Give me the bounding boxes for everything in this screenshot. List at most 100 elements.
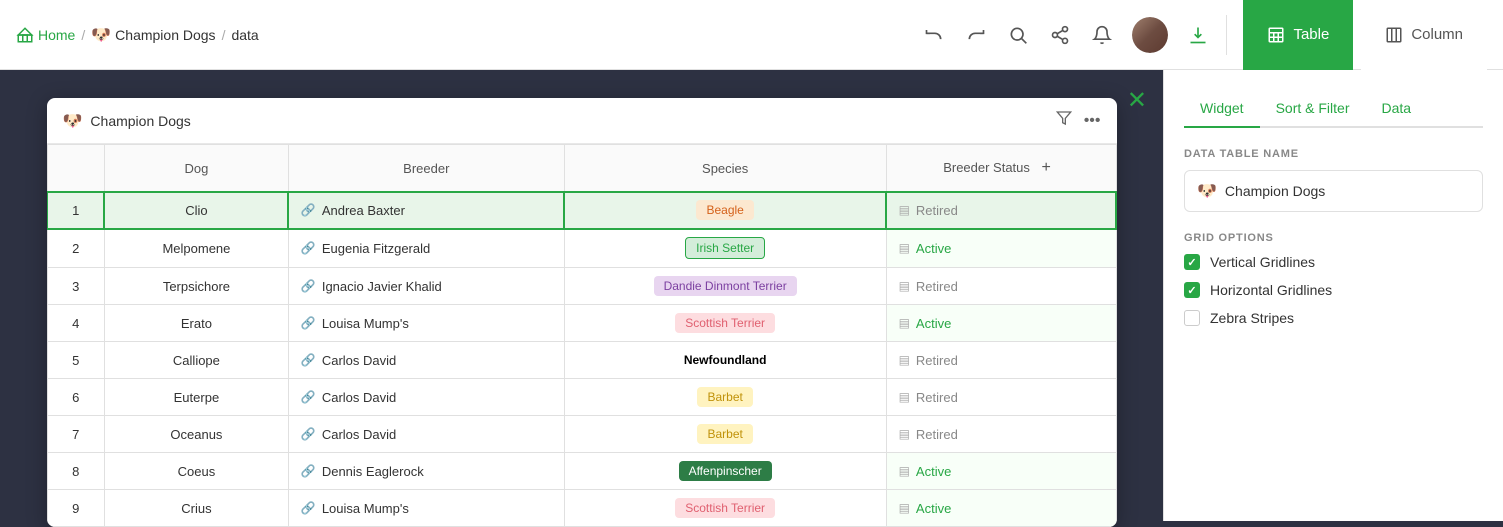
status-text: Active: [916, 316, 951, 331]
home-link[interactable]: Home: [16, 26, 75, 44]
breeder-cell: 🔗 Ignacio Javier Khalid: [288, 268, 564, 305]
grid-option-zebra: Zebra Stripes: [1184, 310, 1483, 326]
table-header-row: Dog Breeder Species Breeder Status +: [47, 145, 1116, 192]
table-row[interactable]: 5 Calliope 🔗 Carlos David Newfoundland ▤…: [47, 342, 1116, 379]
more-options-icon[interactable]: •••: [1084, 112, 1101, 130]
species-badge: Scottish Terrier: [675, 313, 775, 333]
row-number: 8: [47, 453, 104, 490]
widget-header: 🐶 Champion Dogs •••: [47, 98, 1117, 144]
left-panel: ✕ 🐶 Champion Dogs •••: [0, 70, 1163, 521]
avatar[interactable]: [1132, 17, 1168, 53]
export-button[interactable]: [1186, 23, 1210, 47]
link-icon: 🔗: [301, 353, 316, 367]
status-cell: ▤ Retired: [886, 192, 1116, 229]
col-header-species-label: Species: [702, 161, 748, 176]
status-cell: ▤ Active: [886, 453, 1116, 490]
breadcrumb-sep-2: /: [222, 27, 226, 43]
dog-name-cell: Coeus: [104, 453, 288, 490]
right-panel: Widget Sort & Filter Data DATA TABLE NAM…: [1163, 70, 1503, 521]
dog-name-cell: Calliope: [104, 342, 288, 379]
undo-button[interactable]: [922, 23, 946, 47]
horizontal-gridlines-checkbox[interactable]: ✓: [1184, 282, 1200, 298]
topbar: Home / 🐶 Champion Dogs / data: [0, 0, 1503, 70]
species-cell: Newfoundland: [564, 342, 886, 379]
column-view-button[interactable]: Column: [1361, 0, 1487, 70]
widget-container: 🐶 Champion Dogs •••: [47, 98, 1117, 527]
breeder-name: Carlos David: [322, 390, 396, 405]
breeder-cell: 🔗 Louisa Mump's: [288, 305, 564, 342]
link-icon: 🔗: [301, 390, 316, 404]
row-number: 7: [47, 416, 104, 453]
search-button[interactable]: [1006, 23, 1030, 47]
breeder-name: Carlos David: [322, 427, 396, 442]
breadcrumb-app[interactable]: 🐶 Champion Dogs: [91, 25, 215, 45]
dog-name-cell: Euterpe: [104, 379, 288, 416]
close-button[interactable]: ✕: [1127, 86, 1147, 115]
col-header-breeder[interactable]: Breeder: [288, 145, 564, 192]
status-cell: ▤ Retired: [886, 416, 1116, 453]
redo-button[interactable]: [964, 23, 988, 47]
tab-widget[interactable]: Widget: [1184, 90, 1260, 128]
status-icon: ▤: [899, 241, 910, 255]
notifications-button[interactable]: [1090, 23, 1114, 47]
species-cell: Scottish Terrier: [564, 305, 886, 342]
row-number: 3: [47, 268, 104, 305]
status-text: Active: [916, 464, 951, 479]
col-header-status[interactable]: Breeder Status +: [886, 145, 1116, 192]
grid-option-vertical: ✓ Vertical Gridlines: [1184, 254, 1483, 270]
tab-sort-filter[interactable]: Sort & Filter: [1260, 90, 1366, 128]
breeder-name: Louisa Mump's: [322, 316, 409, 331]
dog-name-cell: Terpsichore: [104, 268, 288, 305]
share-button[interactable]: [1048, 23, 1072, 47]
checkmark-icon: ✓: [1187, 256, 1196, 269]
row-number: 4: [47, 305, 104, 342]
status-icon: ▤: [899, 203, 910, 217]
home-label: Home: [38, 27, 75, 43]
breadcrumb-sep-1: /: [81, 27, 85, 43]
breeder-name: Andrea Baxter: [322, 203, 405, 218]
col-header-species[interactable]: Species: [564, 145, 886, 192]
col-header-breeder-label: Breeder: [403, 161, 449, 176]
tab-data[interactable]: Data: [1365, 90, 1427, 128]
row-number: 2: [47, 229, 104, 268]
table-view-button[interactable]: Table: [1243, 0, 1353, 70]
table-row[interactable]: 3 Terpsichore 🔗 Ignacio Javier Khalid Da…: [47, 268, 1116, 305]
add-column-button[interactable]: +: [1034, 155, 1059, 181]
link-icon: 🔗: [301, 427, 316, 441]
column-icon: [1385, 26, 1403, 44]
link-icon: 🔗: [301, 279, 316, 293]
dog-name-cell: Clio: [104, 192, 288, 229]
row-number: 6: [47, 379, 104, 416]
status-icon: ▤: [899, 427, 910, 441]
status-icon: ▤: [899, 279, 910, 293]
link-icon: 🔗: [301, 464, 316, 478]
table-row[interactable]: 6 Euterpe 🔗 Carlos David Barbet ▤ Retire…: [47, 379, 1116, 416]
vertical-gridlines-checkbox[interactable]: ✓: [1184, 254, 1200, 270]
status-text: Retired: [916, 203, 958, 218]
link-icon: 🔗: [301, 316, 316, 330]
table-icon: [1267, 26, 1285, 44]
checkmark-icon-2: ✓: [1187, 284, 1196, 297]
tab-sort-filter-label: Sort & Filter: [1276, 100, 1350, 116]
status-icon: ▤: [899, 353, 910, 367]
breeder-name: Carlos David: [322, 353, 396, 368]
row-number: 5: [47, 342, 104, 379]
filter-icon[interactable]: [1056, 110, 1072, 131]
col-header-dog-label: Dog: [184, 161, 208, 176]
status-text: Active: [916, 241, 951, 256]
data-table-name-box[interactable]: 🐶 Champion Dogs: [1184, 170, 1483, 212]
table-row[interactable]: 4 Erato 🔗 Louisa Mump's Scottish Terrier…: [47, 305, 1116, 342]
table-row[interactable]: 1 Clio 🔗 Andrea Baxter Beagle ▤ Retired: [47, 192, 1116, 229]
status-text: Active: [916, 501, 951, 516]
col-header-dog[interactable]: Dog: [104, 145, 288, 192]
species-badge: Barbet: [697, 424, 752, 444]
table-row[interactable]: 8 Coeus 🔗 Dennis Eaglerock Affenpinscher…: [47, 453, 1116, 490]
breeder-name: Eugenia Fitzgerald: [322, 241, 430, 256]
zebra-stripes-checkbox[interactable]: [1184, 310, 1200, 326]
breeder-cell: 🔗 Carlos David: [288, 342, 564, 379]
data-table: Dog Breeder Species Breeder Status +: [47, 144, 1117, 527]
col-header-status-label: Breeder Status: [943, 160, 1030, 175]
data-table-dog-icon: 🐶: [1197, 181, 1217, 201]
table-row[interactable]: 2 Melpomene 🔗 Eugenia Fitzgerald Irish S…: [47, 229, 1116, 268]
table-row[interactable]: 7 Oceanus 🔗 Carlos David Barbet ▤ Retire…: [47, 416, 1116, 453]
